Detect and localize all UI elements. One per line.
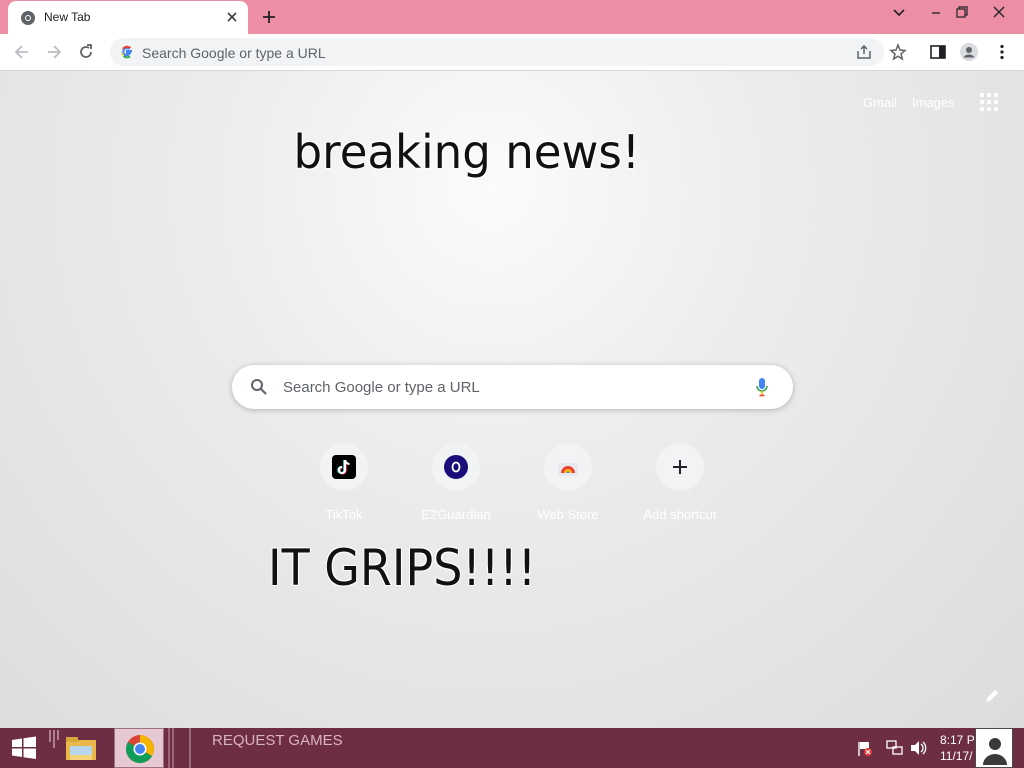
clock-date: 11/17/ (940, 749, 973, 763)
share-icon[interactable] (855, 43, 873, 61)
file-explorer-icon[interactable] (62, 728, 100, 768)
restore-icon[interactable] (948, 2, 976, 22)
user-avatar-icon (983, 738, 1007, 765)
headline-text: breaking news! (293, 125, 640, 179)
gmail-link[interactable]: Gmail (863, 95, 897, 110)
customize-pencil-icon[interactable] (982, 686, 1002, 706)
tiktok-icon (332, 455, 356, 479)
volume-icon[interactable] (908, 728, 928, 768)
network-icon[interactable] (884, 728, 904, 768)
shortcut-label: TikTok (325, 507, 363, 522)
shortcut-label: E2Guardian (421, 507, 491, 522)
shortcut-label: Add shortcut (643, 507, 717, 522)
tab-search-icon[interactable] (885, 2, 913, 22)
back-icon[interactable] (12, 42, 32, 62)
plus-icon (673, 460, 687, 474)
request-games-link[interactable]: REQUEST GAMES (212, 732, 343, 749)
google-g-icon (121, 45, 132, 59)
google-apps-icon[interactable] (980, 93, 1000, 113)
start-windows-icon[interactable] (8, 728, 40, 768)
forward-icon[interactable] (44, 42, 64, 62)
add-shortcut-button[interactable]: Add shortcut (624, 443, 736, 533)
side-panel-icon[interactable] (928, 42, 948, 62)
close-window-icon[interactable] (985, 2, 1013, 22)
e2guardian-icon (444, 455, 468, 479)
menu-kebab-icon[interactable] (992, 42, 1012, 62)
close-tab-icon[interactable] (224, 9, 240, 25)
shortcut-tile (432, 443, 480, 491)
address-bar-placeholder: Search Google or type a URL (142, 45, 326, 61)
bookmark-star-icon[interactable] (888, 42, 908, 62)
ntp-search-box[interactable]: Search Google or type a URL (232, 365, 793, 409)
shortcut-label: Web Store (537, 507, 599, 522)
shortcut-tile (656, 443, 704, 491)
ntp-search-placeholder: Search Google or type a URL (283, 379, 480, 396)
tagline-text: IT GRIPS!!!! (268, 539, 537, 597)
minimize-icon[interactable] (922, 2, 950, 22)
shortcut-e2guardian[interactable]: E2Guardian (400, 443, 512, 533)
shortcut-tile (320, 443, 368, 491)
tab-title: New Tab (44, 10, 91, 24)
browser-titlebar: New Tab (0, 0, 1024, 34)
taskbar-divider-icon (168, 728, 191, 768)
clock-time: 8:17 P (940, 733, 975, 747)
taskbar-separator-icon (49, 730, 59, 748)
new-tab-button[interactable] (258, 6, 280, 28)
browser-toolbar: Search Google or type a URL (0, 34, 1024, 71)
shortcut-web-store[interactable]: Web Store (512, 443, 624, 533)
web-store-icon (558, 463, 578, 476)
shortcut-tile (544, 443, 592, 491)
user-account-button[interactable] (975, 728, 1013, 768)
chrome-app-icon (126, 735, 154, 763)
search-icon (251, 379, 267, 395)
address-bar[interactable]: Search Google or type a URL (110, 38, 884, 66)
action-center-flag-icon[interactable] (856, 728, 874, 768)
tab-new-tab[interactable]: New Tab (8, 1, 248, 34)
voice-search-mic-icon[interactable] (755, 377, 769, 397)
reload-icon[interactable] (76, 42, 96, 62)
system-clock[interactable]: 8:17 P 11/17/ (940, 732, 975, 764)
profile-avatar-icon[interactable] (959, 42, 979, 62)
os-taskbar: REQUEST GAMES 8:17 P 11/17/ (0, 728, 1024, 768)
chrome-icon (21, 11, 35, 25)
images-link[interactable]: Images (912, 95, 955, 110)
chrome-taskbar-button[interactable] (114, 728, 164, 768)
shortcut-tiktok[interactable]: TikTok (288, 443, 400, 533)
new-tab-page: Gmail Images breaking news! Search Googl… (0, 71, 1024, 728)
